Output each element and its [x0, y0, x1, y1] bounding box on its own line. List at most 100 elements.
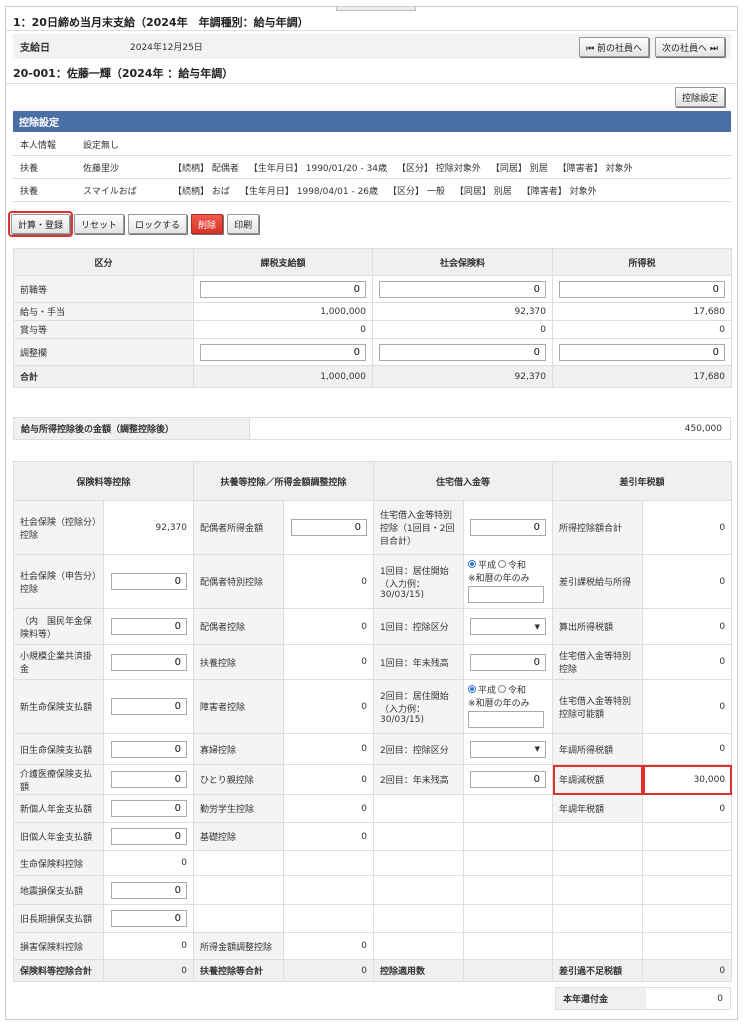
section-header: 控除設定	[13, 111, 731, 132]
amount-input[interactable]: 0	[111, 771, 188, 788]
print-button[interactable]: 印刷	[227, 214, 260, 234]
info-detail: 【生年月日】 1998/04/01 - 26歳	[239, 186, 379, 197]
empty-cell	[373, 932, 465, 960]
info-row: 本人情報 設定無し	[13, 133, 731, 156]
amount-input[interactable]: 0	[200, 280, 366, 298]
empty-cell	[642, 932, 733, 960]
table-row: 社会保険（控除分）控除 92,370 配偶者所得金額 0 住宅借入金等特別控除（1回目・…	[13, 500, 733, 555]
amount-input[interactable]: 0	[111, 910, 188, 927]
tax-label: 住宅借入金等特別控除	[552, 644, 644, 680]
deduction-settings-button[interactable]: 控除設定	[674, 87, 725, 107]
calc-register-button[interactable]: 計算・登録	[7, 211, 74, 237]
dependent-label	[193, 850, 285, 876]
row-value: 0	[552, 275, 732, 303]
row-value: 17,680	[552, 302, 732, 321]
row-label: 賞与等	[13, 320, 194, 339]
tax-label: 年調所得税額	[552, 733, 644, 765]
radio-reiwa[interactable]	[498, 560, 507, 568]
deduction-label: 社会保険（控除分）控除	[13, 500, 104, 555]
housing-value: 平成 令和 ※和暦の年のみ	[463, 554, 554, 609]
amount-input[interactable]: 0	[470, 519, 547, 536]
column-header: 所得税	[552, 248, 732, 276]
page-title: 1：20日締め当月末支給（2024年 年調種別：給与年調）	[13, 16, 309, 29]
tax-label: 所得控除額合計	[552, 500, 644, 555]
table-row: 介護医療保険支払額 0 ひとり親控除 0 2回目：年末残高 0 年調減税額 30,000	[13, 764, 733, 795]
amount-input[interactable]: 0	[470, 653, 547, 671]
amount-input[interactable]: 0	[470, 771, 547, 788]
housing-label: 2回目：居住開始（入力例：30/03/15)	[373, 679, 465, 734]
dependent-label: 配偶者所得金額	[193, 500, 285, 555]
amount-input[interactable]: 0	[291, 519, 368, 536]
next-employee-button[interactable]: 次の社員へ ⏭	[655, 37, 725, 57]
amount-input[interactable]: 0	[379, 343, 546, 361]
info-key: 扶養	[20, 186, 39, 197]
divider	[6, 83, 737, 84]
deduction-value: 0	[102, 679, 195, 734]
housing-sum-label: 控除適用数	[373, 959, 465, 982]
empty-cell	[552, 822, 644, 851]
amount-input[interactable]: 0	[111, 881, 188, 899]
deduction-value: 0	[102, 904, 195, 933]
refund-row: 本年還付金 0	[555, 987, 731, 1010]
deduction-table: 保険料等控除 扶養等控除／所得金額調整控除 住宅借入金等 差引年税額 社会保険（控除分）…	[12, 461, 733, 982]
pay-date-label: 支給日	[20, 43, 50, 54]
amount-input[interactable]: 0	[111, 800, 188, 817]
lock-button[interactable]: ロックする	[128, 214, 188, 234]
table-row: 旧個人年金支払額 0 基礎控除 0	[13, 822, 733, 851]
tax-value: 0	[642, 644, 733, 680]
empty-cell	[642, 875, 733, 905]
tax-value: 0	[642, 733, 733, 765]
amount-input[interactable]: 0	[379, 280, 546, 298]
deduction-value: 92,370	[102, 500, 195, 555]
amount-input[interactable]: 0	[559, 280, 725, 298]
deduction-label: 新個人年金支払額	[13, 794, 104, 823]
prev-employee-button[interactable]: ⏮ 前の社員へ	[579, 37, 650, 57]
amount-input[interactable]: 0	[559, 343, 725, 361]
radio-reiwa-label: 令和	[508, 560, 527, 571]
deduction-type-select[interactable]: ▼	[470, 740, 547, 758]
date-input[interactable]	[468, 710, 545, 728]
deduction-value: 0	[102, 764, 195, 795]
amount-input[interactable]: 0	[111, 573, 188, 590]
amount-input[interactable]: 0	[111, 828, 188, 845]
dependent-label	[193, 904, 285, 933]
amount-input[interactable]: 0	[200, 343, 366, 361]
deduction-label: 損害保険料控除	[13, 932, 104, 960]
tax-value: 0	[642, 959, 733, 982]
era-note: ※和暦の年のみ	[468, 573, 530, 584]
deduction-label: （内 国民年金保険料等）	[13, 608, 104, 645]
radio-heisei[interactable]	[468, 560, 477, 568]
deduction-value: 0	[102, 554, 195, 609]
amount-input[interactable]: 0	[111, 653, 188, 671]
radio-reiwa[interactable]	[498, 685, 507, 693]
amount-input[interactable]: 0	[111, 740, 188, 758]
dependent-value	[283, 850, 375, 876]
radio-heisei[interactable]	[468, 685, 477, 693]
date-input[interactable]	[468, 585, 545, 603]
column-header: 住宅借入金等	[373, 461, 554, 501]
info-detail: 【同居】 別居	[454, 186, 512, 197]
deduction-label: 旧長期損保支払額	[13, 904, 104, 933]
top-scroll-tab[interactable]	[336, 7, 416, 11]
salary-income-label: 給与所得控除後の金額（調整控除後）	[14, 418, 250, 439]
income-table: 区分 課税支給額 社会保険料 所得税 前職等 0 0 0 給与・手当 1,000,000 92,37…	[13, 248, 732, 388]
amount-input[interactable]: 0	[111, 698, 188, 715]
dependent-value: 0	[283, 764, 375, 795]
dependent-value: 0	[283, 959, 375, 982]
radio-heisei-label: 平成	[478, 560, 497, 571]
table-row: 損害保険料控除 0 所得金額調整控除 0	[13, 932, 733, 960]
reset-button[interactable]: リセット	[74, 214, 125, 234]
amount-input[interactable]: 0	[111, 618, 188, 635]
dependent-value: 0	[283, 733, 375, 765]
table-row: 保険料等控除合計 0 扶養控除等合計 0 控除適用数 差引過不足税額 0	[13, 959, 733, 982]
table-row: 調整欄 0 0 0	[13, 338, 732, 366]
column-header: 課税支給額	[193, 248, 373, 276]
empty-cell	[552, 932, 644, 960]
empty-cell	[463, 850, 554, 876]
deduction-label: 旧生命保険支払額	[13, 733, 104, 765]
delete-button[interactable]: 削除	[191, 214, 224, 234]
deduction-type-select[interactable]: ▼	[470, 618, 547, 635]
dependent-label: 扶養控除	[193, 644, 285, 680]
table-row: 地震損保支払額 0	[13, 875, 733, 905]
refund-value: 0	[717, 993, 723, 1004]
